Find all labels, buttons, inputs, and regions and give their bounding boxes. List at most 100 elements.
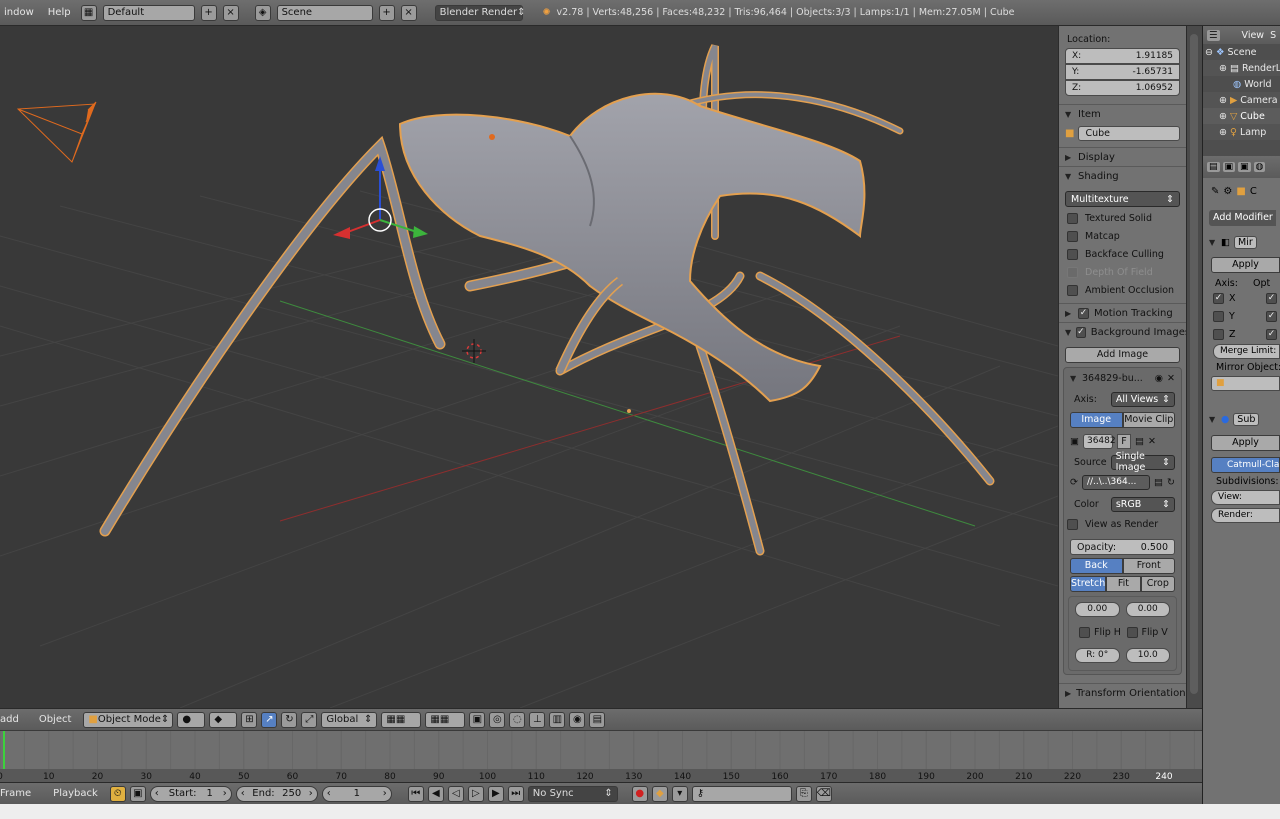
subsurf-modifier-header[interactable]: ▼ ● Sub [1209, 413, 1280, 426]
front-button[interactable]: Front [1122, 558, 1175, 574]
mirror-object-field[interactable]: ■ [1211, 376, 1280, 391]
textured-solid-toggle[interactable]: Textured Solid [1059, 209, 1186, 227]
snap-target-icon[interactable]: ▥ [549, 711, 566, 728]
keying-set-icon[interactable]: ◆ [651, 785, 668, 802]
menu-frame[interactable]: Frame [0, 788, 35, 799]
shading-mode-select[interactable]: Multitexture ⇕ [1065, 191, 1180, 207]
mirror-modifier-header[interactable]: ▼ ◧ Mir [1209, 236, 1280, 249]
image-browse-icon[interactable]: ▣ [1070, 436, 1079, 447]
next-keyframe-icon[interactable]: ▶ [487, 785, 504, 802]
opengl-anim-icon[interactable]: ▤ [589, 711, 606, 728]
refresh-icon[interactable]: ↻ [1167, 477, 1175, 488]
end-frame-field[interactable]: ‹ End: 250 › [235, 785, 318, 802]
subsurf-apply-button[interactable]: Apply [1211, 435, 1280, 451]
folder-icon[interactable]: ▤ [1154, 477, 1163, 488]
menu-help[interactable]: Help [44, 7, 75, 18]
expand-icon[interactable]: ⊖ [1205, 47, 1213, 58]
menu-window[interactable]: indow [0, 7, 38, 18]
outliner-editor-icon[interactable]: ☰ [1207, 29, 1220, 41]
catmull-clark-button[interactable]: Catmull-Clark [1211, 457, 1280, 473]
add-modifier-select[interactable]: Add Modifier [1209, 210, 1276, 226]
merge-limit-field[interactable]: Merge Limit: [1213, 344, 1280, 359]
subdivisions-view-field[interactable]: View: [1211, 490, 1280, 505]
color-space-select[interactable]: sRGB ⇕ [1110, 496, 1175, 512]
outliner-item-renderlayers[interactable]: ⊕ ▤ RenderL [1203, 60, 1280, 76]
bg-image-header[interactable]: ▼ 364829-bu... ◉ ✕ [1070, 370, 1175, 386]
location-z-field[interactable]: Z: 1.06952 [1065, 80, 1180, 96]
filepath-field[interactable]: //..\..\364... [1081, 474, 1151, 490]
keying-set-menu-icon[interactable]: ▾ [671, 785, 688, 802]
view-as-render-toggle[interactable]: View as Render [1064, 515, 1181, 533]
timeline-editor[interactable]: 0 10 20 30 40 50 60 70 80 90 100 110 120 130 140 150 160… [0, 730, 1202, 782]
location-y-field[interactable]: Y: -1.65731 [1065, 64, 1180, 80]
active-keying-set-field[interactable]: ⚷ [691, 785, 792, 802]
add-scene-icon[interactable]: + [378, 4, 395, 21]
outliner-item-world[interactable]: ◍ World [1203, 76, 1280, 92]
manipulator-toggle-icon[interactable]: ⊞ [241, 711, 258, 728]
snap-element-icon[interactable]: ⊥ [529, 711, 546, 728]
opengl-render-icon[interactable]: ◉ [569, 711, 586, 728]
viewport-shading-select[interactable]: ● [177, 711, 206, 728]
motion-tracking-header[interactable]: ▶ ✓ Motion Tracking [1059, 303, 1186, 322]
tab-movie-clip[interactable]: Movie Clip [1122, 412, 1175, 428]
object-origin[interactable] [489, 134, 495, 140]
lock-range-icon[interactable]: ▣ [129, 785, 146, 802]
flip-v-checkbox-icon[interactable] [1126, 626, 1138, 638]
prev-keyframe-icon[interactable]: ◀ [427, 785, 444, 802]
insert-keyframe-icon[interactable]: ⎘ [795, 785, 812, 802]
remove-layout-icon[interactable]: × [222, 4, 239, 21]
outliner-search-menu[interactable]: S [1270, 30, 1276, 41]
record-icon[interactable]: ● [631, 785, 648, 802]
scene-field[interactable]: Scene [276, 4, 373, 21]
fit-button[interactable]: Fit [1106, 576, 1141, 592]
mirror-axis-z-toggle[interactable]: Z ✓ [1203, 325, 1280, 343]
preview-range-icon[interactable]: ⏲ [109, 785, 126, 802]
image-datablock-field[interactable]: 36482 [1082, 433, 1116, 449]
pivot-point-select[interactable]: ◆ [209, 711, 238, 728]
render-engine-select[interactable]: Blender Render ⇕ [434, 4, 526, 21]
menu-add[interactable]: add [0, 714, 23, 725]
expand-icon[interactable]: ⊕ [1219, 63, 1227, 74]
pin-icon[interactable]: ✎ [1211, 186, 1219, 197]
size-field[interactable]: 10.0 [1125, 647, 1170, 663]
expand-icon[interactable]: ⊕ [1219, 95, 1227, 106]
render-tab-icon[interactable]: ▣ [1222, 162, 1236, 172]
rotation-field[interactable]: R: 0° [1075, 647, 1120, 663]
proportional-edit-icon[interactable]: ◎ [489, 711, 506, 728]
mirror-modifier-name[interactable]: Mir [1233, 236, 1257, 249]
offset-y-field[interactable]: 0.00 [1125, 601, 1170, 617]
menu-object[interactable]: Object [35, 714, 76, 725]
outliner-view-menu[interactable]: View [1242, 30, 1265, 41]
jump-end-icon[interactable]: ⏭ [507, 785, 524, 802]
start-frame-field[interactable]: ‹ Start: 1 › [149, 785, 232, 802]
timeline-canvas[interactable]: 0 10 20 30 40 50 60 70 80 90 100 110 120 130 140 150 160… [0, 731, 1202, 782]
add-layout-icon[interactable]: + [200, 4, 217, 21]
scene-icon[interactable]: ◈ [254, 4, 271, 21]
panel-scrollbar[interactable] [1186, 26, 1202, 708]
outliner-item-lamp[interactable]: ⊕ ♀ Lamp [1203, 124, 1280, 140]
tab-image[interactable]: Image [1070, 412, 1123, 428]
stretch-button[interactable]: Stretch [1070, 576, 1107, 592]
world-tab-icon[interactable]: ◍ [1253, 162, 1266, 172]
subdivisions-render-field[interactable]: Render: [1211, 508, 1280, 523]
sync-mode-select[interactable]: No Sync ⇕ [527, 785, 618, 802]
lock-layers-icon[interactable]: ▣ [469, 711, 486, 728]
transform-orientations-header[interactable]: ▶ Transform Orientations [1059, 683, 1186, 702]
back-button[interactable]: Back [1070, 558, 1123, 574]
backface-culling-toggle[interactable]: Backface Culling [1059, 245, 1186, 263]
opacity-slider[interactable]: Opacity: 0.500 [1070, 539, 1175, 555]
3d-viewport[interactable] [0, 26, 1058, 708]
mirror-axis-y-toggle[interactable]: Y ✓ [1203, 307, 1280, 325]
screen-layout-icon[interactable]: ▦ [80, 4, 97, 21]
crop-button[interactable]: Crop [1140, 576, 1175, 592]
offset-x-field[interactable]: 0.00 [1075, 601, 1120, 617]
checkbox-checked-icon[interactable]: ✓ [1266, 328, 1277, 340]
scrollbar-thumb[interactable] [1190, 34, 1198, 694]
close-icon[interactable]: ✕ [1148, 436, 1156, 447]
viewport-canvas[interactable] [0, 26, 1058, 708]
source-select[interactable]: Single Image ⇕ [1110, 451, 1175, 473]
expand-icon[interactable]: ⊕ [1219, 111, 1227, 122]
fake-user-button[interactable]: F [1116, 433, 1131, 449]
display-panel-header[interactable]: ▶ Display [1059, 147, 1186, 166]
background-images-header[interactable]: ▼ ✓ Background Images [1059, 322, 1186, 341]
